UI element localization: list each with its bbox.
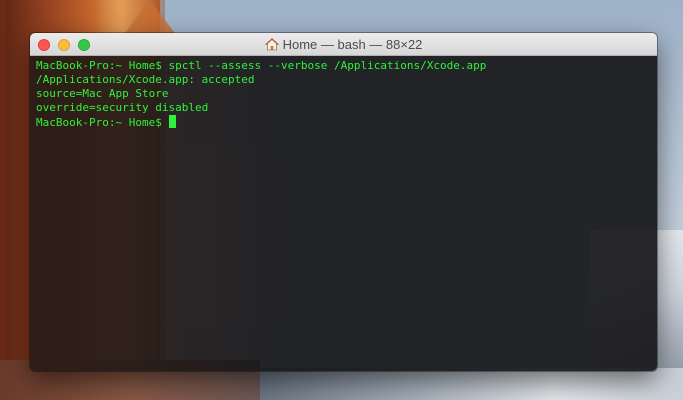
terminal-line: source=Mac App Store [36,87,169,100]
window-title-text: Home — bash — 88×22 [282,37,423,52]
wallpaper-snow-ridge [260,368,683,400]
terminal-prompt-line[interactable]: MacBook-Pro:~ Home$ [36,115,657,129]
home-icon [264,38,279,51]
terminal-line: MacBook-Pro:~ Home$ spctl --assess --ver… [36,59,487,72]
terminal-line: /Applications/Xcode.app: accepted [36,73,255,86]
terminal-window[interactable]: Home — bash — 88×22 MacBook-Pro:~ Home$ … [30,33,657,371]
window-titlebar[interactable]: Home — bash — 88×22 [30,33,657,56]
terminal-output[interactable]: MacBook-Pro:~ Home$ spctl --assess --ver… [30,56,657,371]
window-title: Home — bash — 88×22 [30,33,657,56]
wallpaper-edge [0,0,6,400]
prompt-text: MacBook-Pro:~ Home$ [36,116,169,129]
terminal-line: override=security disabled [36,101,209,114]
text-cursor [169,115,177,128]
